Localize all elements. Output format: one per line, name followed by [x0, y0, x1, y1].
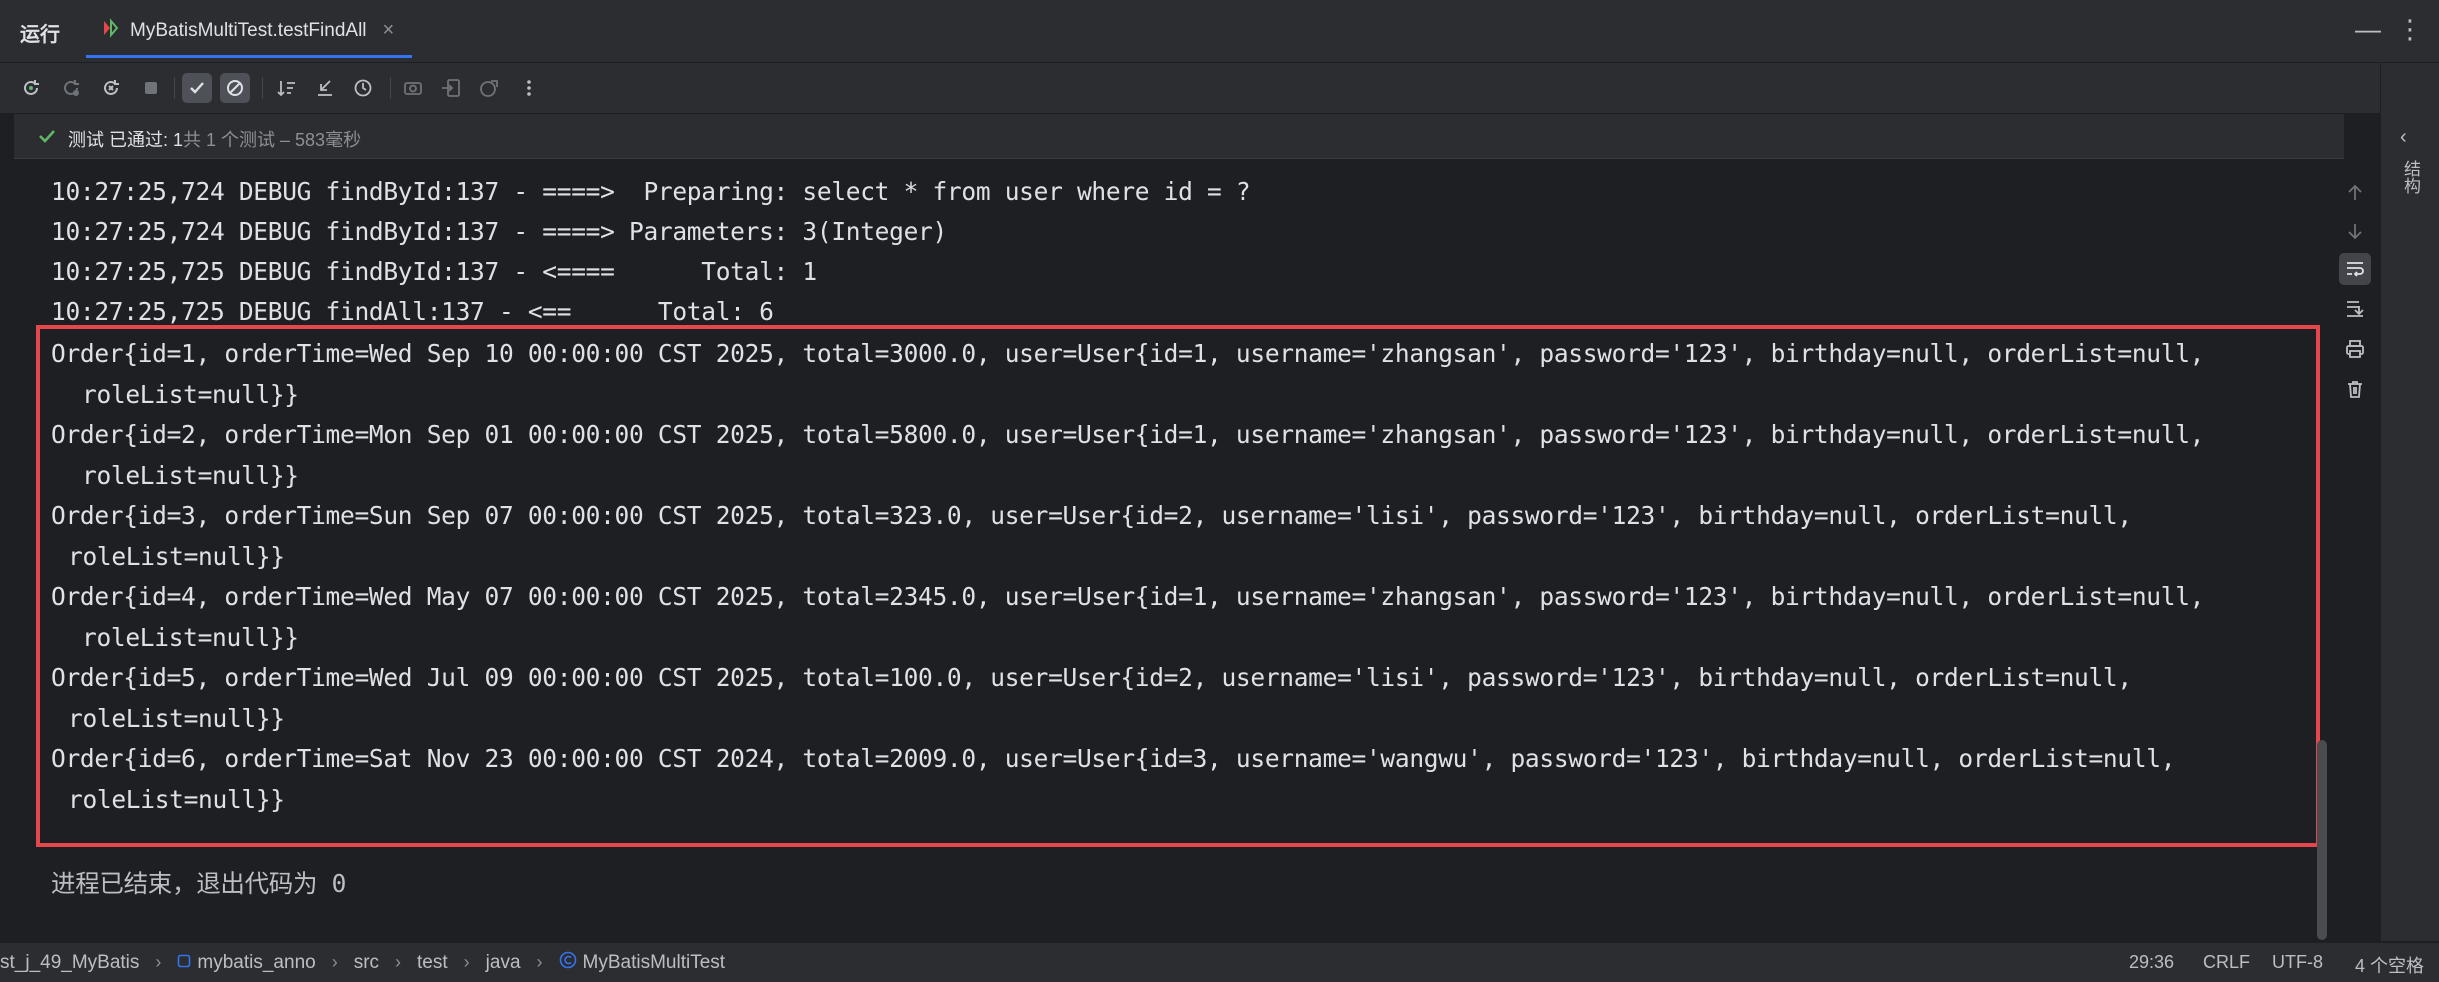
- scroll-down-icon[interactable]: [2339, 215, 2371, 247]
- scroll-to-end-icon[interactable]: [2339, 293, 2371, 325]
- breadcrumb-item[interactable]: java: [486, 952, 521, 974]
- breadcrumb-separator: ›: [463, 952, 470, 972]
- status-bar: st_j_49_MyBatis › mybatis_anno › src › t…: [0, 942, 2439, 982]
- console-side-toolbar: [2330, 159, 2380, 941]
- breadcrumb-item[interactable]: mybatis_anno: [197, 952, 315, 974]
- console-line: 10:27:25,725 DEBUG findById:137 - <==== …: [51, 257, 817, 286]
- breadcrumb-separator: ›: [536, 952, 543, 972]
- camera-icon[interactable]: [398, 73, 428, 103]
- console-line: 10:27:25,724 DEBUG findById:137 - ====> …: [51, 217, 947, 246]
- show-ignored-icon[interactable]: [220, 73, 250, 103]
- console-line: roleList=null}}: [68, 542, 285, 571]
- import-icon[interactable]: [436, 73, 466, 103]
- breadcrumb-item[interactable]: MyBatisMultiTest: [583, 952, 726, 974]
- run-tool-window-title: 运行: [20, 24, 60, 46]
- show-passed-icon[interactable]: [182, 73, 212, 103]
- run-toolbar: [0, 63, 2439, 113]
- more-options-icon[interactable]: ⋮: [2397, 14, 2423, 45]
- tab-mybatis-multi-test[interactable]: MyBatisMultiTest.testFindAll ×: [86, 6, 413, 58]
- history-icon[interactable]: [348, 73, 378, 103]
- structure-panel-tab[interactable]: 结构: [2398, 160, 2423, 194]
- line-ending[interactable]: CRLF: [2203, 952, 2250, 973]
- breadcrumb: st_j_49_MyBatis › mybatis_anno › src › t…: [0, 951, 725, 975]
- test-status-text: 测试 已通过: 1共 1 个测试 – 583毫秒: [68, 126, 361, 152]
- breadcrumb-separator: ›: [155, 952, 162, 972]
- caret-position[interactable]: 29:36: [2129, 952, 2174, 973]
- breadcrumb-item[interactable]: src: [354, 952, 379, 974]
- tool-window-header: 运行 MyBatisMultiTest.testFindAll × — ⋮: [0, 0, 2439, 63]
- process-exit-line: 进程已结束，退出代码为 0: [51, 869, 347, 898]
- breadcrumb-item[interactable]: st_j_49_MyBatis: [0, 952, 139, 974]
- minimize-icon[interactable]: —: [2355, 14, 2381, 45]
- test-passed-label: 测试 已通过: 1: [68, 130, 184, 150]
- rerun-debug-icon[interactable]: [96, 73, 126, 103]
- more-icon[interactable]: [514, 73, 544, 103]
- check-icon: [36, 125, 58, 152]
- class-icon: [559, 951, 577, 975]
- console-line: roleList=null}}: [82, 380, 299, 409]
- rerun-failed-icon[interactable]: [56, 73, 86, 103]
- sort-alpha-icon[interactable]: [272, 73, 302, 103]
- file-encoding[interactable]: UTF-8: [2272, 952, 2323, 973]
- breadcrumb-separator: ›: [331, 952, 338, 972]
- scroll-up-icon[interactable]: [2339, 177, 2371, 209]
- console-line: roleList=null}}: [82, 461, 299, 490]
- close-icon[interactable]: ×: [383, 19, 395, 42]
- rerun-icon[interactable]: [16, 73, 46, 103]
- right-side-panel-strip: [2380, 63, 2439, 941]
- console-line: Order{id=2, orderTime=Mon Sep 01 00:00:0…: [51, 420, 2205, 449]
- chevron-left-icon[interactable]: ‹: [2400, 126, 2407, 149]
- trash-icon[interactable]: [2339, 373, 2371, 405]
- breadcrumb-separator: ›: [395, 952, 402, 972]
- console-line: roleList=null}}: [68, 785, 285, 814]
- console-line: Order{id=4, orderTime=Wed May 07 00:00:0…: [51, 582, 2205, 611]
- console-line: Order{id=5, orderTime=Wed Jul 09 00:00:0…: [51, 663, 2132, 692]
- toolbar-divider: [174, 77, 175, 99]
- collapse-icon[interactable]: [310, 73, 340, 103]
- export-icon[interactable]: [474, 73, 504, 103]
- console-line: Order{id=6, orderTime=Sat Nov 23 00:00:0…: [51, 744, 2176, 773]
- breadcrumb-item[interactable]: test: [417, 952, 448, 974]
- module-icon: [177, 952, 191, 974]
- toolbar-divider: [262, 77, 263, 99]
- console-output[interactable]: 10:27:25,724 DEBUG findById:137 - ====> …: [14, 159, 2344, 941]
- test-status-detail: 共 1 个测试 – 583毫秒: [183, 130, 362, 150]
- console-line: 10:27:25,724 DEBUG findById:137 - ====> …: [51, 177, 1251, 206]
- soft-wrap-icon[interactable]: [2339, 253, 2371, 285]
- stop-icon[interactable]: [136, 73, 166, 103]
- console-line: Order{id=1, orderTime=Wed Sep 10 00:00:0…: [51, 339, 2205, 368]
- test-run-icon: [100, 18, 120, 43]
- console-line: roleList=null}}: [82, 623, 299, 652]
- print-icon[interactable]: [2339, 333, 2371, 365]
- indent-setting[interactable]: 4 个空格: [2355, 952, 2424, 978]
- console-line: 10:27:25,725 DEBUG findAll:137 - <== Tot…: [51, 297, 774, 326]
- console-line: roleList=null}}: [68, 704, 285, 733]
- tab-title: MyBatisMultiTest.testFindAll: [130, 19, 367, 41]
- toolbar-divider: [390, 77, 391, 99]
- test-status-bar: 测试 已通过: 1共 1 个测试 – 583毫秒: [14, 114, 2344, 159]
- console-line: Order{id=3, orderTime=Sun Sep 07 00:00:0…: [51, 501, 2132, 530]
- console-scrollbar[interactable]: [2317, 740, 2327, 940]
